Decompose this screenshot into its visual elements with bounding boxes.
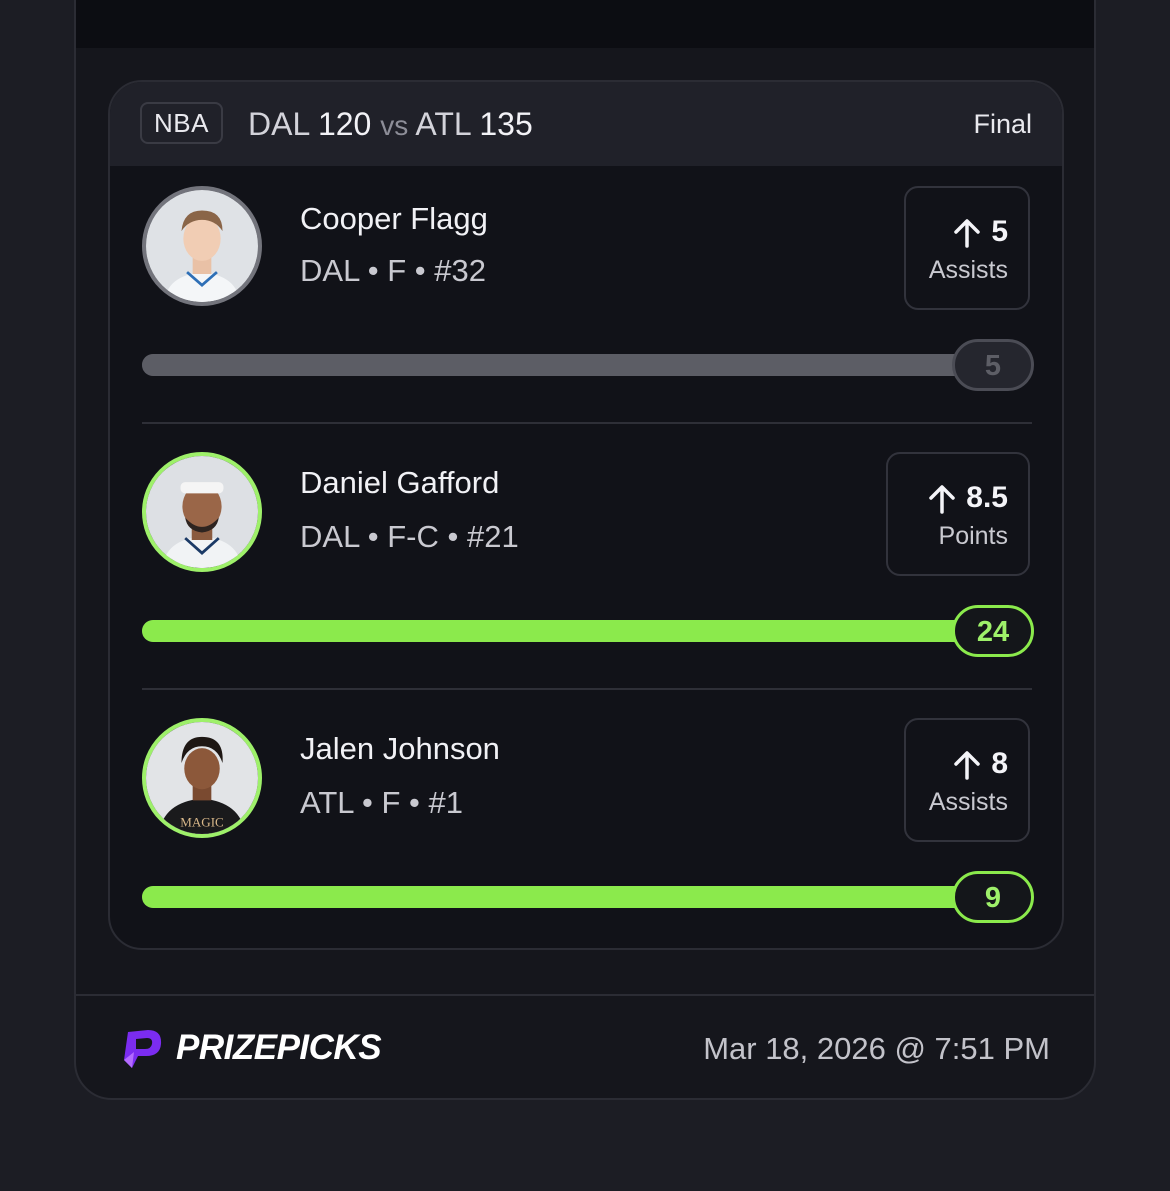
projection-value: 8 bbox=[991, 747, 1008, 780]
progress-track bbox=[142, 620, 1002, 642]
player-meta: DAL • F-C • #21 bbox=[300, 519, 519, 554]
game-status: Final bbox=[973, 109, 1032, 139]
player-avatar: MAGIC bbox=[142, 718, 262, 838]
home-team: ATL bbox=[415, 106, 471, 142]
progress-fill bbox=[142, 886, 1002, 908]
away-score: 120 bbox=[317, 106, 372, 142]
projection-line: 8.5 bbox=[928, 480, 1008, 516]
player-meta: DAL • F • #32 bbox=[300, 253, 486, 288]
player-row[interactable]: Daniel Gafford DAL • F-C • #21 8.5 Point… bbox=[110, 432, 1062, 698]
lineup-card: NBA DAL 120 vs ATL 135 Final Cooper Flag… bbox=[74, 0, 1096, 1100]
player-row[interactable]: Cooper Flagg DAL • F • #32 5 Assists 5 bbox=[110, 166, 1062, 432]
game-header: NBA DAL 120 vs ATL 135 Final bbox=[110, 82, 1062, 166]
projection-stat: Assists bbox=[928, 256, 1008, 284]
footer-divider bbox=[76, 994, 1094, 996]
arrow-up-icon bbox=[929, 485, 956, 514]
player-avatar bbox=[142, 452, 262, 572]
progress-track bbox=[142, 886, 1002, 908]
result-pill: 24 bbox=[952, 605, 1034, 657]
brand-name: PRIZEPICKS bbox=[176, 1028, 382, 1067]
home-score: 135 bbox=[479, 106, 533, 142]
arrow-up-icon bbox=[954, 219, 981, 248]
player-headshot-icon bbox=[146, 190, 258, 302]
progress-fill bbox=[142, 354, 1002, 376]
brand[interactable]: PRIZEPICKS bbox=[120, 1026, 382, 1070]
vs-label: vs bbox=[380, 110, 409, 141]
progress-track bbox=[142, 354, 1002, 376]
game-card: NBA DAL 120 vs ATL 135 Final Cooper Flag… bbox=[108, 80, 1064, 950]
projection-line: 5 bbox=[953, 214, 1008, 250]
league-badge: NBA bbox=[140, 102, 223, 144]
player-avatar bbox=[142, 186, 262, 306]
player-name: Daniel Gafford bbox=[300, 465, 500, 500]
away-team: DAL bbox=[248, 106, 310, 142]
score-line: DAL 120 vs ATL 135 bbox=[248, 104, 533, 146]
player-name: Jalen Johnson bbox=[300, 731, 500, 766]
row-divider bbox=[142, 422, 1032, 424]
result-pill: 5 bbox=[952, 339, 1034, 391]
projection-box[interactable]: 5 Assists bbox=[904, 186, 1030, 310]
player-headshot-icon bbox=[146, 456, 258, 568]
svg-text:MAGIC: MAGIC bbox=[180, 815, 224, 830]
projection-value: 5 bbox=[991, 215, 1008, 248]
card-top-band bbox=[76, 0, 1094, 48]
projection-stat: Points bbox=[938, 522, 1008, 550]
prizepicks-logo-icon bbox=[124, 1030, 162, 1068]
result-pill: 9 bbox=[952, 871, 1034, 923]
player-row[interactable]: MAGIC Jalen Johnson ATL • F • #1 8 Assis… bbox=[110, 698, 1062, 948]
projection-box[interactable]: 8 Assists bbox=[904, 718, 1030, 842]
projection-value: 8.5 bbox=[966, 481, 1008, 514]
projection-stat: Assists bbox=[928, 788, 1008, 816]
projection-line: 8 bbox=[953, 746, 1008, 782]
row-divider bbox=[142, 688, 1032, 690]
player-name: Cooper Flagg bbox=[300, 201, 488, 236]
entry-timestamp: Mar 18, 2026 @ 7:51 PM bbox=[703, 1031, 1050, 1066]
player-headshot-icon: MAGIC bbox=[146, 722, 258, 834]
progress-fill bbox=[142, 620, 1002, 642]
player-meta: ATL • F • #1 bbox=[300, 785, 463, 820]
projection-box[interactable]: 8.5 Points bbox=[886, 452, 1030, 576]
arrow-up-icon bbox=[954, 751, 981, 780]
